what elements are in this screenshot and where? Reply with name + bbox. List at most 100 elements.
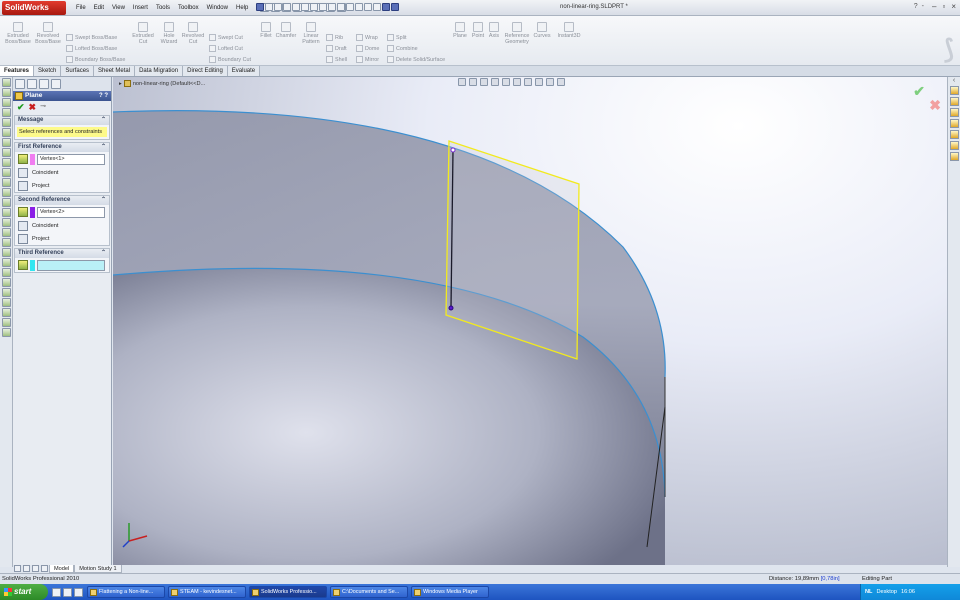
- centerline-icon[interactable]: [2, 178, 11, 187]
- solidworks-logo[interactable]: SolidWorks: [2, 0, 66, 15]
- tab-sketch[interactable]: Sketch: [34, 66, 62, 76]
- fillet-button[interactable]: Fillet: [258, 22, 274, 39]
- zoom-area-icon[interactable]: [469, 78, 477, 86]
- axis-button[interactable]: Axis: [487, 22, 501, 39]
- clock[interactable]: 16:06: [901, 584, 915, 600]
- rectangle-icon[interactable]: [2, 98, 11, 107]
- ie-icon[interactable]: [52, 587, 61, 597]
- rotate-icon[interactable]: [301, 3, 309, 11]
- extruded-boss-button[interactable]: Extruded Boss/Base: [3, 22, 33, 45]
- taskbar-item-explorer[interactable]: C:\Documents and Se...: [330, 586, 408, 598]
- point-button[interactable]: Point: [470, 22, 486, 39]
- section-view-icon[interactable]: [491, 78, 499, 86]
- first-tab-arrow-icon[interactable]: [14, 565, 21, 572]
- desktop-toolbar[interactable]: Desktop: [876, 584, 897, 600]
- draft-button[interactable]: Draft: [326, 45, 347, 52]
- close-icon[interactable]: ×: [951, 2, 956, 11]
- menu-tools[interactable]: Tools: [152, 0, 174, 16]
- second-coincident-option[interactable]: Coincident: [15, 219, 109, 232]
- media-player-icon[interactable]: [74, 587, 83, 597]
- ellipse-icon[interactable]: [2, 138, 11, 147]
- sketch-icon[interactable]: [2, 78, 11, 87]
- help-dropdown-icon[interactable]: -: [922, 3, 924, 10]
- polygon-icon[interactable]: [2, 148, 11, 157]
- pm-help-icon[interactable]: ? ?: [99, 91, 108, 101]
- menu-edit[interactable]: Edit: [90, 0, 108, 16]
- boundary-cut-button[interactable]: Boundary Cut: [209, 56, 251, 63]
- first-reference-title[interactable]: First Reference ⌃: [15, 143, 109, 152]
- tab-direct-editing[interactable]: Direct Editing: [183, 66, 228, 76]
- lofted-cut-button[interactable]: Lofted Cut: [209, 45, 243, 52]
- zoom-to-selection-icon[interactable]: [292, 3, 300, 11]
- top-view-icon[interactable]: [355, 3, 363, 11]
- shaded-edges-icon[interactable]: [391, 3, 399, 11]
- move-entities-icon[interactable]: [2, 238, 11, 247]
- extruded-cut-button[interactable]: Extruded Cut: [130, 22, 156, 45]
- appearances-icon[interactable]: [950, 141, 959, 150]
- delete-solid-button[interactable]: Delete Solid/Surface: [387, 56, 445, 63]
- tab-data-migration[interactable]: Data Migration: [135, 66, 184, 76]
- smart-dimension-icon[interactable]: [2, 318, 11, 327]
- plane-button[interactable]: Plane: [452, 22, 468, 39]
- mirror-button[interactable]: Mirror: [356, 56, 379, 63]
- taskbar-item-flattening[interactable]: Flattening a Non-line...: [87, 586, 165, 598]
- first-project-option[interactable]: Project: [15, 179, 109, 192]
- second-project-option[interactable]: Project: [15, 232, 109, 245]
- back-view-icon[interactable]: [328, 3, 336, 11]
- custom-properties-icon[interactable]: [950, 152, 959, 161]
- second-reference-title[interactable]: Second Reference ⌃: [15, 196, 109, 205]
- extend-icon[interactable]: [2, 208, 11, 217]
- search-icon[interactable]: [950, 119, 959, 128]
- reference-geometry-button[interactable]: Reference Geometry: [503, 22, 531, 45]
- graphics-area[interactable]: ▸ non-linear-ring (Default<<D... ✔ ✖: [113, 77, 947, 567]
- flyout-feature-tree[interactable]: ▸ non-linear-ring (Default<<D...: [119, 80, 205, 87]
- left-view-icon[interactable]: [337, 3, 345, 11]
- collapse-icon[interactable]: ⌃: [101, 116, 106, 125]
- zoom-to-fit-icon[interactable]: [458, 78, 466, 86]
- message-group-title[interactable]: Message ⌃: [15, 116, 109, 125]
- isometric-view-icon[interactable]: [373, 3, 381, 11]
- tab-features[interactable]: Features: [0, 66, 35, 76]
- design-library-icon[interactable]: [950, 97, 959, 106]
- swept-boss-button[interactable]: Swept Boss/Base: [66, 34, 117, 41]
- cancel-button[interactable]: ✖: [29, 103, 37, 112]
- split-button[interactable]: Split: [387, 34, 407, 41]
- second-reference-field[interactable]: Vertex<2>: [37, 206, 105, 218]
- expand-arrow-icon[interactable]: ▸: [119, 81, 122, 87]
- property-manager-tab-icon[interactable]: [27, 79, 37, 89]
- circular-sketch-pattern-icon[interactable]: [2, 288, 11, 297]
- spline-icon[interactable]: [2, 128, 11, 137]
- display-relations-icon[interactable]: [2, 308, 11, 317]
- linear-sketch-pattern-icon[interactable]: [2, 278, 11, 287]
- taskbar-item-steam[interactable]: STEAM - kevindesnet...: [168, 586, 246, 598]
- apply-scene-icon[interactable]: [546, 78, 554, 86]
- shell-button[interactable]: Shell: [326, 56, 347, 63]
- language-indicator[interactable]: NL: [865, 584, 872, 600]
- collapse-icon[interactable]: ⌃: [101, 196, 106, 205]
- tab-surfaces[interactable]: Surfaces: [61, 66, 95, 76]
- text-icon[interactable]: [2, 188, 11, 197]
- menu-toolbox[interactable]: Toolbox: [174, 0, 203, 16]
- instant3d-button[interactable]: Instant3D: [556, 22, 582, 39]
- copy-entities-icon[interactable]: [2, 268, 11, 277]
- collapse-icon[interactable]: ⌃: [101, 249, 106, 258]
- zoom-to-fit-icon[interactable]: [265, 3, 273, 11]
- minimize-icon[interactable]: –: [932, 2, 936, 11]
- menu-view[interactable]: View: [108, 0, 129, 16]
- menu-window[interactable]: Window: [203, 0, 232, 16]
- line-icon[interactable]: [2, 88, 11, 97]
- combine-button[interactable]: Combine: [387, 45, 418, 52]
- offset-icon[interactable]: [2, 218, 11, 227]
- third-reference-title[interactable]: Third Reference ⌃: [15, 249, 109, 258]
- hide-show-items-icon[interactable]: [524, 78, 532, 86]
- first-coincident-option[interactable]: Coincident: [15, 166, 109, 179]
- revolved-cut-button[interactable]: Revolved Cut: [181, 22, 205, 45]
- configuration-manager-tab-icon[interactable]: [39, 79, 49, 89]
- menu-help[interactable]: Help: [232, 0, 252, 16]
- rotate-entities-icon[interactable]: [2, 248, 11, 257]
- pin-button[interactable]: ⊸: [40, 103, 46, 111]
- tab-evaluate[interactable]: Evaluate: [227, 66, 261, 76]
- trim-icon[interactable]: [2, 198, 11, 207]
- confirmation-ok-icon[interactable]: ✔: [913, 83, 925, 100]
- show-desktop-icon[interactable]: [63, 587, 72, 597]
